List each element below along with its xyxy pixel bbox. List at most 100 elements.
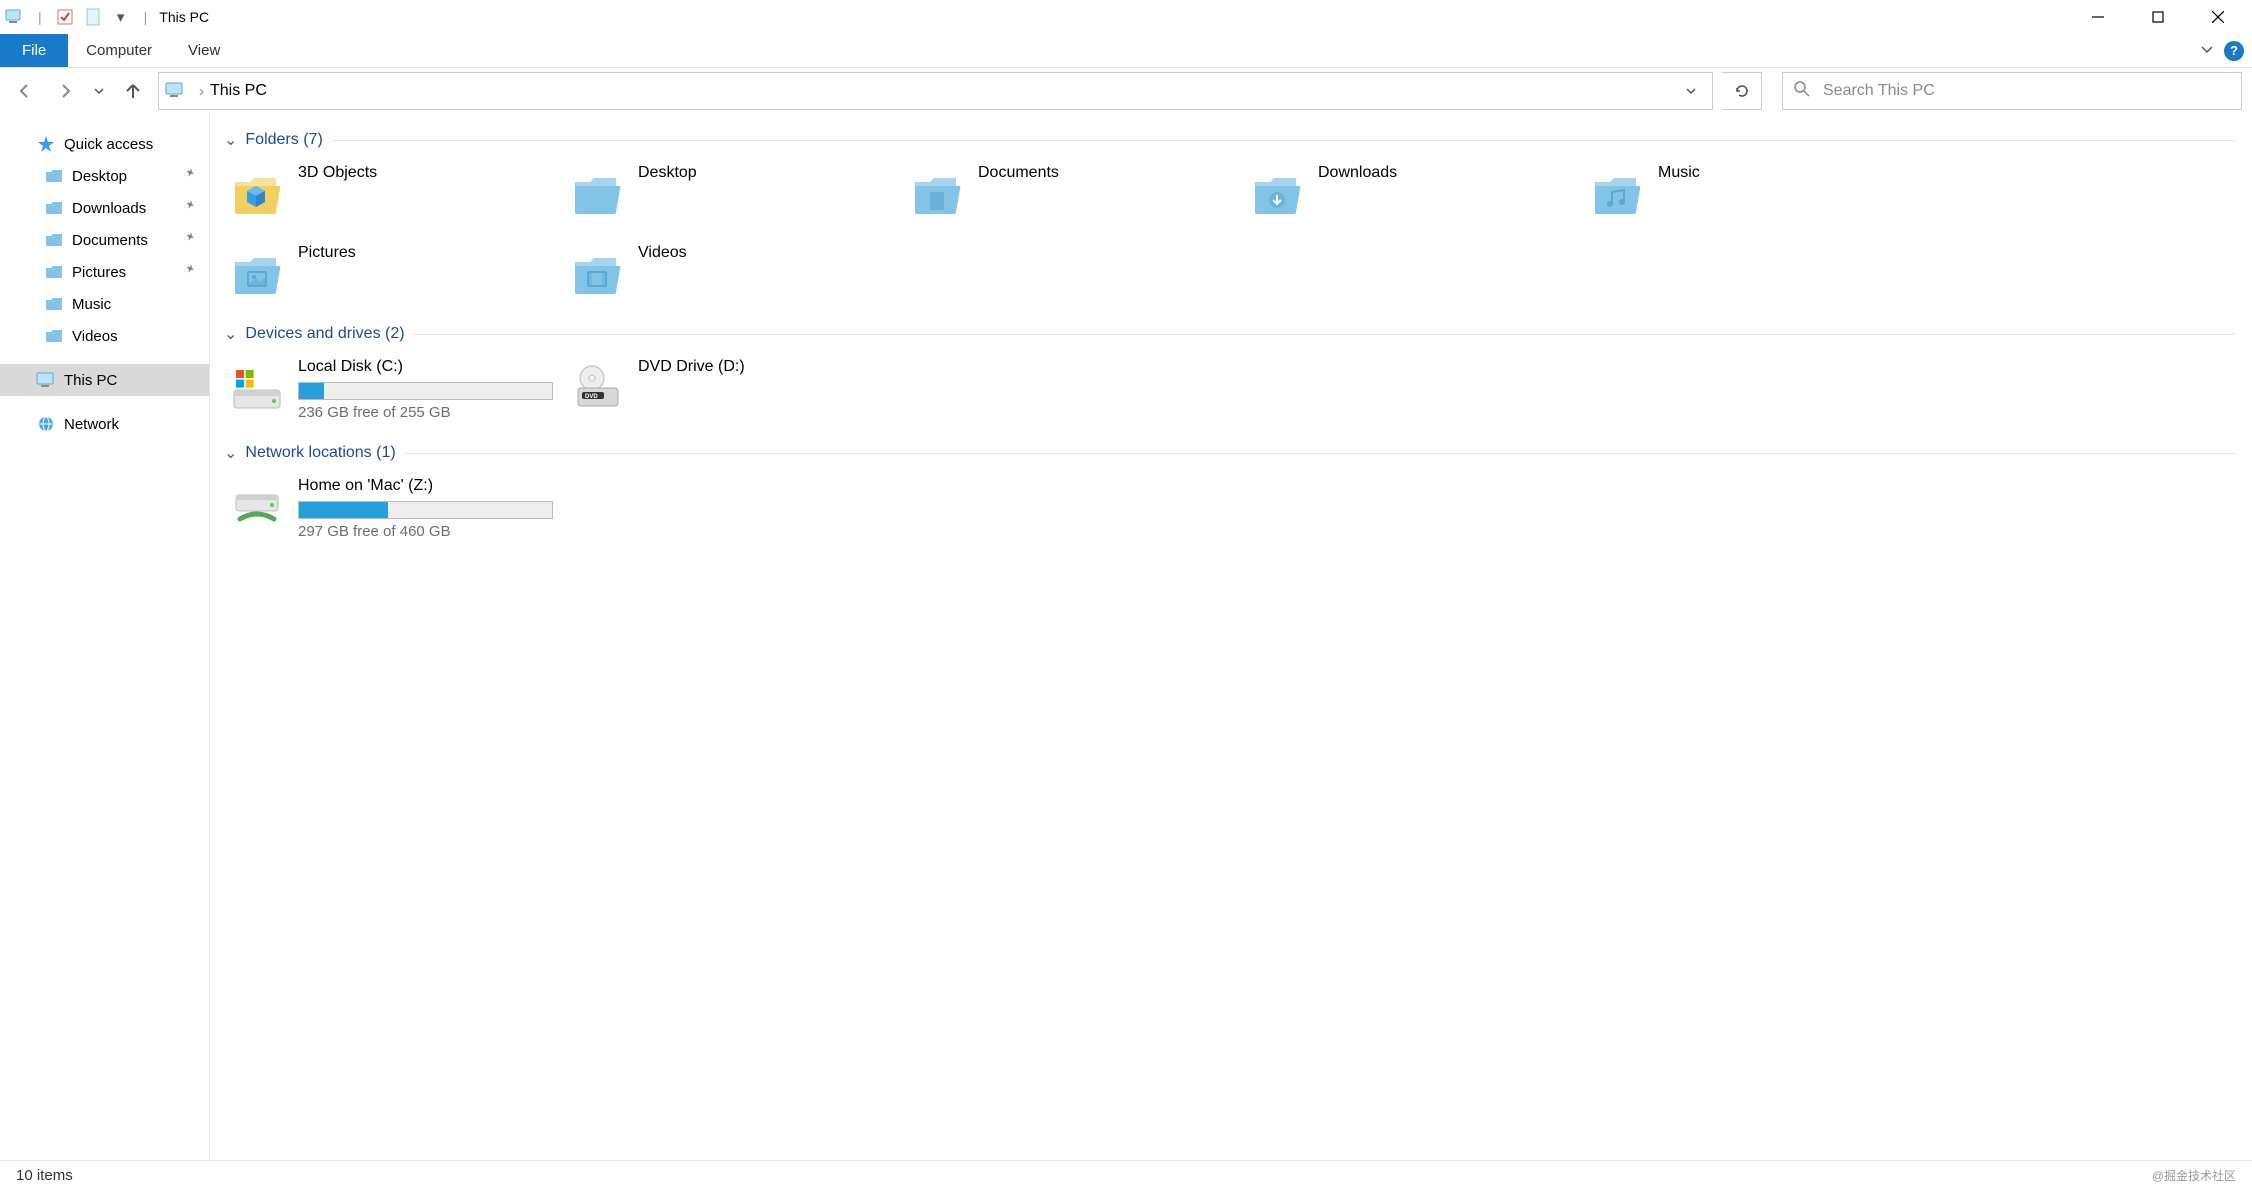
pc-icon: [36, 371, 56, 389]
folder-item[interactable]: Documents: [904, 158, 1244, 234]
window-title: This PC: [159, 9, 209, 25]
properties-icon[interactable]: [54, 6, 76, 28]
location-icon: [165, 80, 187, 102]
chevron-down-icon: ⌄: [224, 443, 237, 463]
sidebar-item[interactable]: Desktop: [0, 160, 209, 192]
separator: |: [38, 9, 42, 25]
forward-button[interactable]: [50, 76, 80, 106]
chevron-down-icon: ⌄: [224, 130, 237, 150]
folder-item[interactable]: Desktop: [564, 158, 904, 234]
status-bar: 10 items @掘金技术社区: [0, 1160, 2252, 1190]
group-header-network[interactable]: ⌄ Network locations (1): [224, 443, 2236, 463]
folder-label: Pictures: [298, 244, 356, 262]
sidebar-quick-access[interactable]: Quick access: [0, 128, 209, 160]
pin-icon: [185, 265, 197, 280]
maximize-button[interactable]: [2128, 0, 2188, 34]
drive-icon: [230, 358, 284, 412]
close-button[interactable]: [2188, 0, 2248, 34]
group-label: Network locations: [245, 444, 371, 462]
separator: |: [144, 9, 148, 25]
sidebar-item[interactable]: Music: [0, 288, 209, 320]
capacity-bar: [298, 501, 553, 519]
network-drive-item[interactable]: Home on 'Mac' (Z:) 297 GB free of 460 GB: [224, 471, 564, 546]
pin-icon: [185, 169, 197, 184]
star-icon: [36, 135, 56, 153]
sidebar-item[interactable]: Videos: [0, 320, 209, 352]
ribbon-expand-icon[interactable]: [2200, 42, 2214, 60]
ribbon: File Computer View ?: [0, 34, 2252, 68]
folder-icon: [44, 199, 64, 217]
sidebar-item-label: Pictures: [72, 264, 126, 281]
group-count: (1): [376, 444, 396, 462]
folder-label: Videos: [638, 244, 687, 262]
folder-label: Documents: [978, 164, 1059, 182]
minimize-button[interactable]: [2068, 0, 2128, 34]
folder-icon: [44, 231, 64, 249]
group-count: (2): [385, 325, 405, 343]
group-header-folders[interactable]: ⌄ Folders (7): [224, 130, 2236, 150]
sidebar-this-pc[interactable]: This PC: [0, 364, 209, 396]
app-icon: [4, 6, 26, 28]
folder-item[interactable]: Downloads: [1244, 158, 1584, 234]
title-bar: | ▾ | This PC: [0, 0, 2252, 34]
capacity-bar: [298, 382, 553, 400]
content-pane: ⌄ Folders (7) 3D Objects Desktop Documen…: [210, 114, 2252, 1160]
drive-icon: DVD: [570, 358, 624, 412]
new-folder-icon[interactable]: [82, 6, 104, 28]
breadcrumb-separator-icon[interactable]: ›: [199, 83, 204, 100]
sidebar-item-label: Desktop: [72, 168, 127, 185]
sidebar-item-label: Quick access: [64, 136, 153, 153]
folder-icon: [44, 327, 64, 345]
folder-icon: [44, 167, 64, 185]
group-label: Folders: [245, 131, 298, 149]
folder-item[interactable]: 3D Objects: [224, 158, 564, 234]
sidebar-item[interactable]: Pictures: [0, 256, 209, 288]
sidebar-item-label: Downloads: [72, 200, 146, 217]
group-header-drives[interactable]: ⌄ Devices and drives (2): [224, 324, 2236, 344]
group-count: (7): [303, 131, 323, 149]
file-tab[interactable]: File: [0, 34, 68, 67]
folder-label: Desktop: [638, 164, 697, 182]
sidebar-item-label: This PC: [64, 372, 117, 389]
watermark: @掘金技术社区: [2152, 1167, 2236, 1184]
refresh-button[interactable]: [1722, 72, 1762, 110]
back-button[interactable]: [10, 76, 40, 106]
navigation-bar: › This PC: [0, 68, 2252, 114]
address-dropdown-icon[interactable]: [1676, 85, 1706, 97]
folder-icon: [230, 249, 284, 303]
drive-name: DVD Drive (D:): [638, 358, 898, 376]
view-tab[interactable]: View: [170, 34, 238, 67]
search-icon: [1793, 80, 1811, 102]
folder-label: Music: [1658, 164, 1700, 182]
folder-item[interactable]: Pictures: [224, 238, 564, 314]
address-bar[interactable]: › This PC: [158, 72, 1713, 110]
network-drive-icon: [230, 477, 284, 531]
chevron-down-icon: ⌄: [224, 324, 237, 344]
drive-free-text: 297 GB free of 460 GB: [298, 523, 558, 540]
sidebar-item[interactable]: Documents: [0, 224, 209, 256]
sidebar-item-label: Network: [64, 416, 119, 433]
pin-icon: [185, 201, 197, 216]
drive-item[interactable]: Local Disk (C:) 236 GB free of 255 GB: [224, 352, 564, 427]
search-box[interactable]: [1782, 72, 2242, 110]
computer-tab[interactable]: Computer: [68, 34, 170, 67]
folder-icon: [230, 169, 284, 223]
up-button[interactable]: [118, 76, 148, 106]
drive-name: Home on 'Mac' (Z:): [298, 477, 558, 495]
help-icon[interactable]: ?: [2224, 41, 2244, 61]
recent-dropdown-icon[interactable]: [90, 76, 108, 106]
drive-name: Local Disk (C:): [298, 358, 558, 376]
search-input[interactable]: [1823, 82, 2231, 100]
drive-item[interactable]: DVD DVD Drive (D:): [564, 352, 904, 427]
pin-icon: [185, 233, 197, 248]
sidebar-item-label: Documents: [72, 232, 148, 249]
sidebar-item[interactable]: Downloads: [0, 192, 209, 224]
breadcrumb-segment[interactable]: This PC: [210, 82, 267, 100]
folder-icon: [570, 169, 624, 223]
qat-dropdown-icon[interactable]: ▾: [110, 6, 132, 28]
folder-item[interactable]: Videos: [564, 238, 904, 314]
folder-item[interactable]: Music: [1584, 158, 1924, 234]
folder-label: Downloads: [1318, 164, 1397, 182]
drive-free-text: 236 GB free of 255 GB: [298, 404, 558, 421]
sidebar-network[interactable]: Network: [0, 408, 209, 440]
